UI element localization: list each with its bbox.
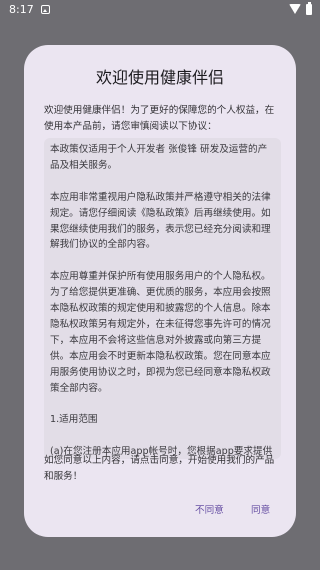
battery-icon — [306, 1, 312, 15]
disagree-button[interactable]: 不同意 — [195, 502, 224, 516]
notification-icon — [40, 4, 50, 14]
wifi-icon — [289, 4, 301, 14]
privacy-dialog: 欢迎使用健康伴侣 欢迎使用健康伴侣！为了更好的保障您的个人权益，在使用本产品前，… — [24, 45, 296, 537]
dialog-outro: 如您同意以上内容，请点击同意，开始使用我们的产品和服务！ — [44, 455, 275, 482]
policy-paragraph: 本政策仅适用于个人开发者 张俊锋 研发及运营的产品及相关服务。 — [50, 144, 268, 171]
policy-paragraph: 本应用尊重并保护所有使用服务用户的个人隐私权。为了给您提供更准确、更优质的服务，… — [50, 271, 271, 394]
status-bar: 8:17 — [0, 0, 320, 18]
status-icons — [289, 1, 312, 15]
policy-section-heading: 1.适用范围 — [50, 414, 98, 426]
status-time: 8:17 — [9, 2, 34, 16]
policy-paragraph: 本应用非常重视用户隐私政策并严格遵守相关的法律规定。请您仔细阅读《隐私政策》后再… — [50, 191, 271, 251]
agree-button[interactable]: 同意 — [251, 502, 270, 516]
policy-scroll-area[interactable]: 本政策仅适用于个人开发者 张俊锋 研发及运营的产品及相关服务。 本应用非常重视用… — [44, 138, 281, 459]
dialog-intro: 欢迎使用健康伴侣！为了更好的保障您的个人权益，在使用本产品前，请您审慎阅读以下协… — [44, 105, 275, 132]
dialog-title: 欢迎使用健康伴侣 — [95, 68, 224, 87]
